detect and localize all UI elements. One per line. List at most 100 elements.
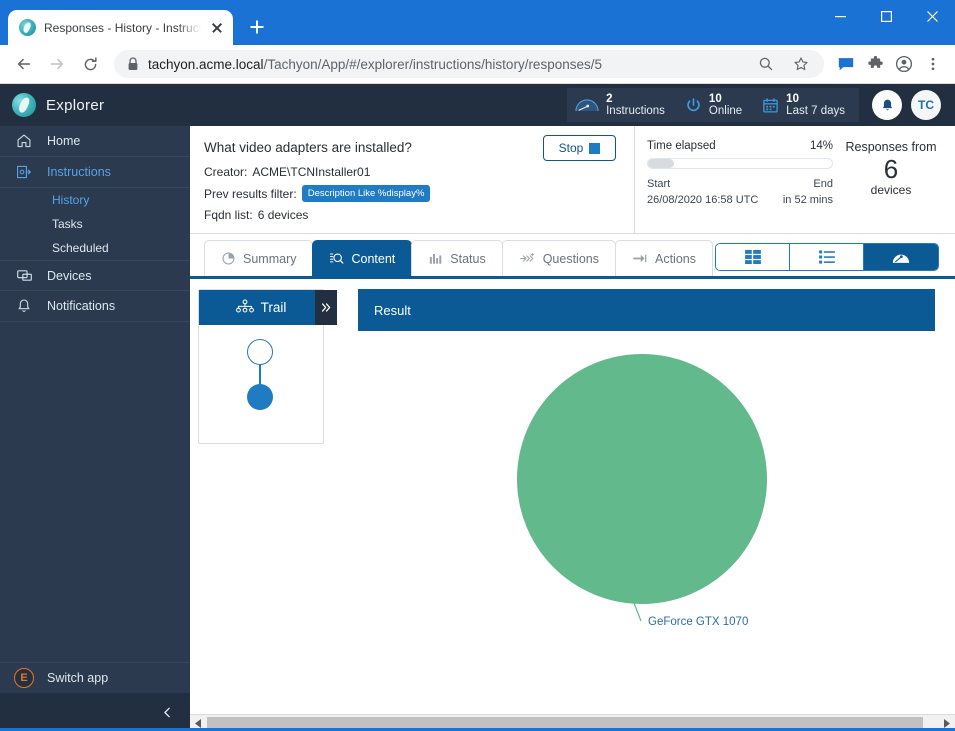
url-text: tachyon.acme.local/Tachyon/App/#/explore…: [148, 56, 602, 72]
sidebar-subitem-label: Scheduled: [52, 241, 109, 255]
trail-expand-button[interactable]: [315, 290, 337, 325]
stop-square-icon: [589, 142, 601, 154]
filter-label: Prev results filter:: [204, 186, 297, 201]
main-column: 2 Instructions 10 Online 10 Last 7 days …: [190, 84, 955, 731]
close-window-button[interactable]: [909, 0, 955, 32]
end-label: End: [813, 178, 833, 190]
close-tab-icon[interactable]: [209, 20, 225, 36]
table-view-icon: [744, 250, 761, 264]
questions-icon: [519, 251, 536, 266]
sidebar-subitem-scheduled[interactable]: Scheduled: [0, 236, 190, 260]
chevron-left-icon: [164, 707, 170, 717]
view-mode-toggle: [715, 243, 939, 271]
minimize-button[interactable]: [817, 0, 863, 32]
filter-row: Prev results filter: Description Like %d…: [204, 185, 618, 202]
switch-app-badge-icon: E: [14, 668, 34, 688]
home-icon: [14, 133, 34, 149]
tab-status[interactable]: Status: [411, 240, 503, 276]
stat-instructions[interactable]: 2 Instructions: [575, 93, 665, 117]
browser-toolbar: tachyon.acme.local/Tachyon/App/#/explore…: [0, 45, 955, 84]
sidebar-item-notifications[interactable]: Notifications: [0, 291, 190, 322]
pie-slice-label-0: GeForce GTX 1070: [648, 616, 748, 628]
tab-actions[interactable]: Actions: [614, 240, 713, 276]
tab-label: Status: [450, 251, 486, 266]
stop-button[interactable]: Stop: [543, 135, 616, 161]
creator-value: ACME\TCNInstaller01: [252, 165, 371, 179]
kebab-menu-icon[interactable]: [920, 51, 946, 77]
start-label: Start: [647, 178, 671, 190]
reload-icon[interactable]: [75, 49, 105, 79]
forward-arrow-icon[interactable]: [42, 49, 72, 79]
view-mode-list[interactable]: [790, 244, 864, 270]
trail-header: Trail: [199, 290, 337, 325]
result-pie-chart: GeForce GTX 1070: [358, 331, 935, 661]
instructions-icon: [14, 164, 34, 180]
creator-label: Creator:: [204, 165, 248, 179]
hierarchy-icon: [235, 299, 254, 316]
tab-summary[interactable]: Summary: [204, 240, 314, 276]
sidebar-item-label: Instructions: [47, 165, 111, 179]
pie-slice-0[interactable]: [517, 354, 767, 604]
back-arrow-icon[interactable]: [9, 49, 39, 79]
tab-bar: Summary Content Status Questions Actions: [190, 234, 955, 276]
puzzle-icon[interactable]: [862, 51, 888, 77]
devices-icon: [14, 267, 34, 284]
tab-label: Content: [351, 251, 396, 266]
calendar-icon: [762, 97, 779, 114]
sidebar-collapse-button[interactable]: [0, 693, 190, 731]
sidebar-item-devices[interactable]: Devices: [0, 260, 190, 291]
trail-panel: Trail: [198, 289, 337, 444]
tab-questions[interactable]: Questions: [501, 240, 616, 276]
sidebar-item-instructions[interactable]: Instructions: [0, 157, 190, 188]
work-area: Trail Result GeForce GTX 1070: [190, 279, 955, 731]
switch-app-button[interactable]: E Switch app: [0, 662, 190, 693]
fqdn-row: Fqdn list: 6 devices: [204, 208, 618, 222]
trail-graph: [199, 325, 323, 444]
stat-value: 10: [708, 92, 722, 105]
power-icon: [685, 97, 702, 114]
sidebar-subitem-label: History: [52, 193, 90, 207]
view-mode-table[interactable]: [716, 244, 790, 270]
trail-node-selected[interactable]: [247, 384, 273, 410]
filter-chip[interactable]: Description Like %display%: [301, 185, 431, 202]
stats-group: 2 Instructions 10 Online 10 Last 7 days: [567, 88, 859, 122]
stat-last-7-days[interactable]: 10 Last 7 days: [762, 93, 845, 117]
stat-online[interactable]: 10 Online: [685, 93, 742, 117]
star-icon[interactable]: [788, 51, 814, 77]
tab-content[interactable]: Content: [312, 240, 413, 276]
browser-tab[interactable]: Responses - History - Instructions: [8, 10, 233, 45]
actions-arrow-icon: [632, 251, 648, 266]
chart-view-icon: [892, 254, 910, 263]
double-chevron-right-icon: [321, 303, 330, 312]
view-mode-chart[interactable]: [864, 244, 938, 270]
stat-value: 2: [606, 92, 613, 105]
address-bar[interactable]: tachyon.acme.local/Tachyon/App/#/explore…: [114, 50, 824, 78]
sidebar-item-label: Devices: [47, 268, 92, 283]
bell-icon: [14, 298, 34, 314]
start-value: 26/08/2020 16:58 UTC: [647, 194, 759, 206]
trail-node-root[interactable]: [247, 339, 273, 365]
comment-icon[interactable]: [833, 51, 859, 77]
sidebar-subitem-history[interactable]: History: [0, 188, 190, 212]
sidebar-item-home[interactable]: Home: [0, 126, 190, 157]
content-search-icon: [329, 251, 344, 266]
zoom-search-icon[interactable]: [753, 51, 779, 77]
sidebar-subitem-tasks[interactable]: Tasks: [0, 212, 190, 236]
user-avatar[interactable]: TC: [911, 90, 941, 120]
maximize-button[interactable]: [863, 0, 909, 32]
list-view-icon: [818, 250, 835, 264]
notifications-button[interactable]: [872, 90, 902, 120]
stop-button-label: Stop: [558, 141, 584, 155]
result-panel: Result GeForce GTX 1070: [358, 289, 935, 709]
trail-title: Trail: [260, 300, 287, 315]
account-icon[interactable]: [891, 51, 917, 77]
gauge-icon: [575, 98, 599, 113]
brand-name: Explorer: [46, 96, 105, 114]
tab-favicon-icon: [19, 19, 36, 36]
instruction-summary-row: What video adapters are installed? Creat…: [190, 126, 955, 234]
time-elapsed-label: Time elapsed: [647, 140, 716, 152]
stat-label: Instructions: [606, 105, 665, 117]
new-tab-button[interactable]: [243, 13, 271, 41]
sidebar-item-label: Notifications: [47, 299, 116, 313]
